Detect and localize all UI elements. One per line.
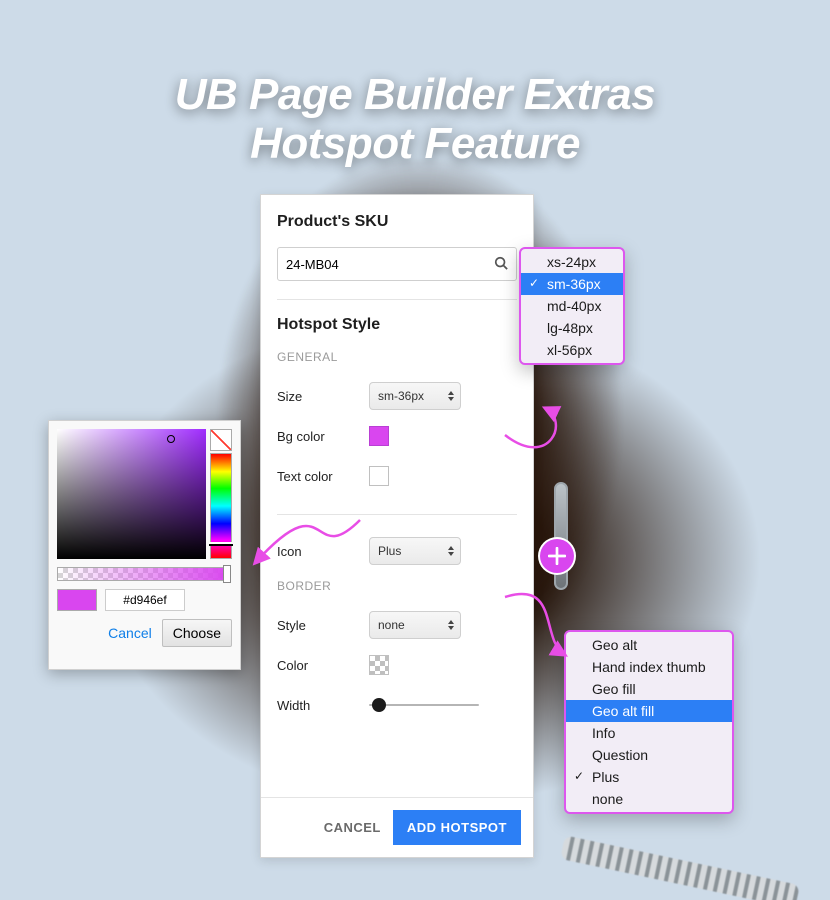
chevron-updown-icon bbox=[446, 617, 456, 633]
hotspot-plus-badge bbox=[540, 539, 574, 573]
style-title: Hotspot Style bbox=[277, 316, 517, 334]
bg-color-swatch[interactable] bbox=[369, 426, 389, 446]
hex-input[interactable] bbox=[105, 589, 185, 611]
hotspot-settings-panel: Product's SKU Hotspot Style GENERAL Size… bbox=[260, 194, 534, 858]
bg-color-label: Bg color bbox=[277, 429, 369, 444]
border-width-slider[interactable] bbox=[369, 704, 479, 706]
no-color-swatch[interactable] bbox=[210, 429, 232, 451]
check-icon: ✓ bbox=[574, 769, 584, 783]
alpha-thumb[interactable] bbox=[223, 565, 231, 583]
size-label: Size bbox=[277, 389, 369, 404]
plus-icon bbox=[548, 547, 566, 565]
border-style-label: Style bbox=[277, 618, 369, 633]
sv-cursor[interactable] bbox=[167, 435, 175, 443]
size-option[interactable]: ✓sm-36px bbox=[521, 273, 623, 295]
icon-option[interactable]: Geo fill bbox=[566, 678, 732, 700]
icon-dropdown: Geo alt Hand index thumb Geo fill Geo al… bbox=[564, 630, 734, 814]
section-border: BORDER bbox=[277, 579, 517, 593]
icon-select-value: Plus bbox=[378, 544, 401, 558]
icon-select[interactable]: Plus bbox=[369, 537, 461, 565]
icon-option[interactable]: Info bbox=[566, 722, 732, 744]
size-option[interactable]: xl-56px bbox=[521, 339, 623, 361]
size-option[interactable]: md-40px bbox=[521, 295, 623, 317]
size-option[interactable]: lg-48px bbox=[521, 317, 623, 339]
border-width-label: Width bbox=[277, 698, 369, 713]
border-color-label: Color bbox=[277, 658, 369, 673]
add-hotspot-button[interactable]: ADD HOTSPOT bbox=[393, 810, 521, 845]
chevron-updown-icon bbox=[446, 388, 456, 404]
icon-option[interactable]: Geo alt fill bbox=[566, 700, 732, 722]
background-stage: UB Page Builder Extras Hotspot Feature P… bbox=[0, 0, 830, 900]
panel-footer: CANCEL ADD HOTSPOT bbox=[261, 797, 533, 857]
border-style-value: none bbox=[378, 618, 405, 632]
hue-slider[interactable] bbox=[210, 453, 232, 559]
sku-field[interactable] bbox=[277, 247, 517, 281]
picker-choose-button[interactable]: Choose bbox=[162, 619, 232, 647]
color-sv-area[interactable] bbox=[57, 429, 206, 559]
icon-option[interactable]: Geo alt bbox=[566, 634, 732, 656]
icon-option[interactable]: Hand index thumb bbox=[566, 656, 732, 678]
size-option[interactable]: xs-24px bbox=[521, 251, 623, 273]
border-style-select[interactable]: none bbox=[369, 611, 461, 639]
page-title: UB Page Builder Extras Hotspot Feature bbox=[0, 70, 830, 169]
text-color-label: Text color bbox=[277, 469, 369, 484]
icon-label: Icon bbox=[277, 544, 369, 559]
alpha-slider[interactable] bbox=[57, 567, 231, 581]
earring-graphic bbox=[554, 482, 568, 590]
icon-option[interactable]: none bbox=[566, 788, 732, 810]
divider bbox=[277, 514, 517, 515]
chevron-updown-icon bbox=[446, 543, 456, 559]
search-icon[interactable] bbox=[494, 256, 508, 273]
title-line-1: UB Page Builder Extras bbox=[175, 70, 656, 119]
icon-option[interactable]: Question bbox=[566, 744, 732, 766]
sku-input[interactable] bbox=[286, 257, 494, 272]
check-icon: ✓ bbox=[529, 276, 539, 290]
title-line-2: Hotspot Feature bbox=[250, 119, 580, 168]
section-general: GENERAL bbox=[277, 350, 517, 364]
icon-option[interactable]: ✓Plus bbox=[566, 766, 732, 788]
size-dropdown: xs-24px ✓sm-36px md-40px lg-48px xl-56px bbox=[519, 247, 625, 365]
sku-title: Product's SKU bbox=[277, 213, 517, 231]
picker-cancel-button[interactable]: Cancel bbox=[108, 625, 152, 641]
text-color-swatch[interactable] bbox=[369, 466, 389, 486]
hue-cursor[interactable] bbox=[209, 542, 233, 546]
border-color-swatch[interactable] bbox=[369, 655, 389, 675]
divider bbox=[277, 299, 517, 300]
color-picker: Cancel Choose bbox=[48, 420, 241, 670]
slider-thumb[interactable] bbox=[372, 698, 386, 712]
cancel-button[interactable]: CANCEL bbox=[324, 810, 381, 845]
color-preview-swatch bbox=[57, 589, 97, 611]
size-select[interactable]: sm-36px bbox=[369, 382, 461, 410]
size-select-value: sm-36px bbox=[378, 389, 424, 403]
